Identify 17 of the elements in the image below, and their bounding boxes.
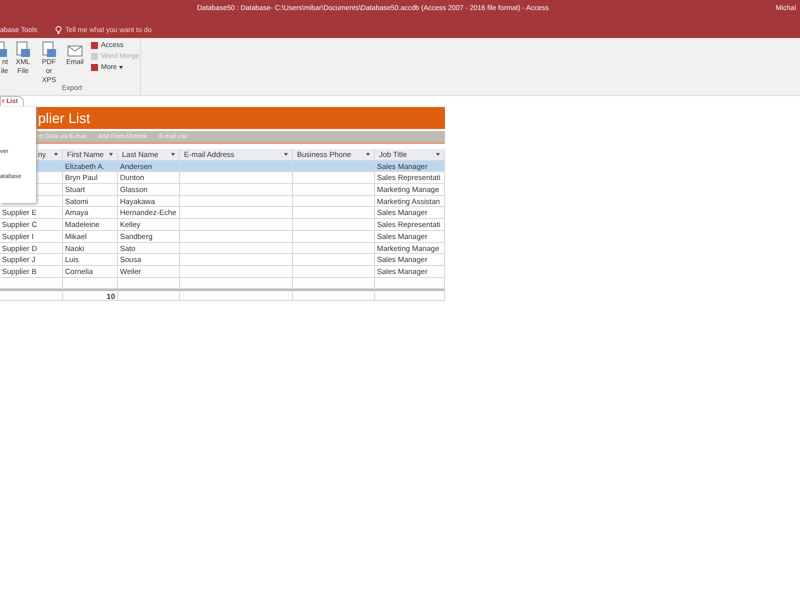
table-cell — [0, 289, 63, 301]
document-icon — [15, 41, 31, 58]
dropdown-arrow-icon[interactable] — [171, 152, 175, 156]
caret-icon — [118, 66, 123, 69]
dropdown-arrow-icon[interactable] — [54, 152, 58, 156]
dropdown-arrow-icon[interactable] — [109, 152, 113, 156]
document-icon — [41, 41, 57, 58]
table-cell — [118, 278, 180, 290]
dropdown-arrow-icon[interactable] — [366, 152, 370, 156]
table-cell — [375, 278, 445, 290]
table-cell — [375, 289, 445, 301]
table-cell — [0, 278, 63, 290]
dropdown-arrow-icon[interactable] — [436, 152, 440, 156]
dropdown-arrow-icon[interactable] — [284, 152, 288, 156]
table-cell — [118, 289, 180, 301]
lightbulb-icon — [55, 26, 62, 35]
table-cell — [63, 278, 118, 290]
